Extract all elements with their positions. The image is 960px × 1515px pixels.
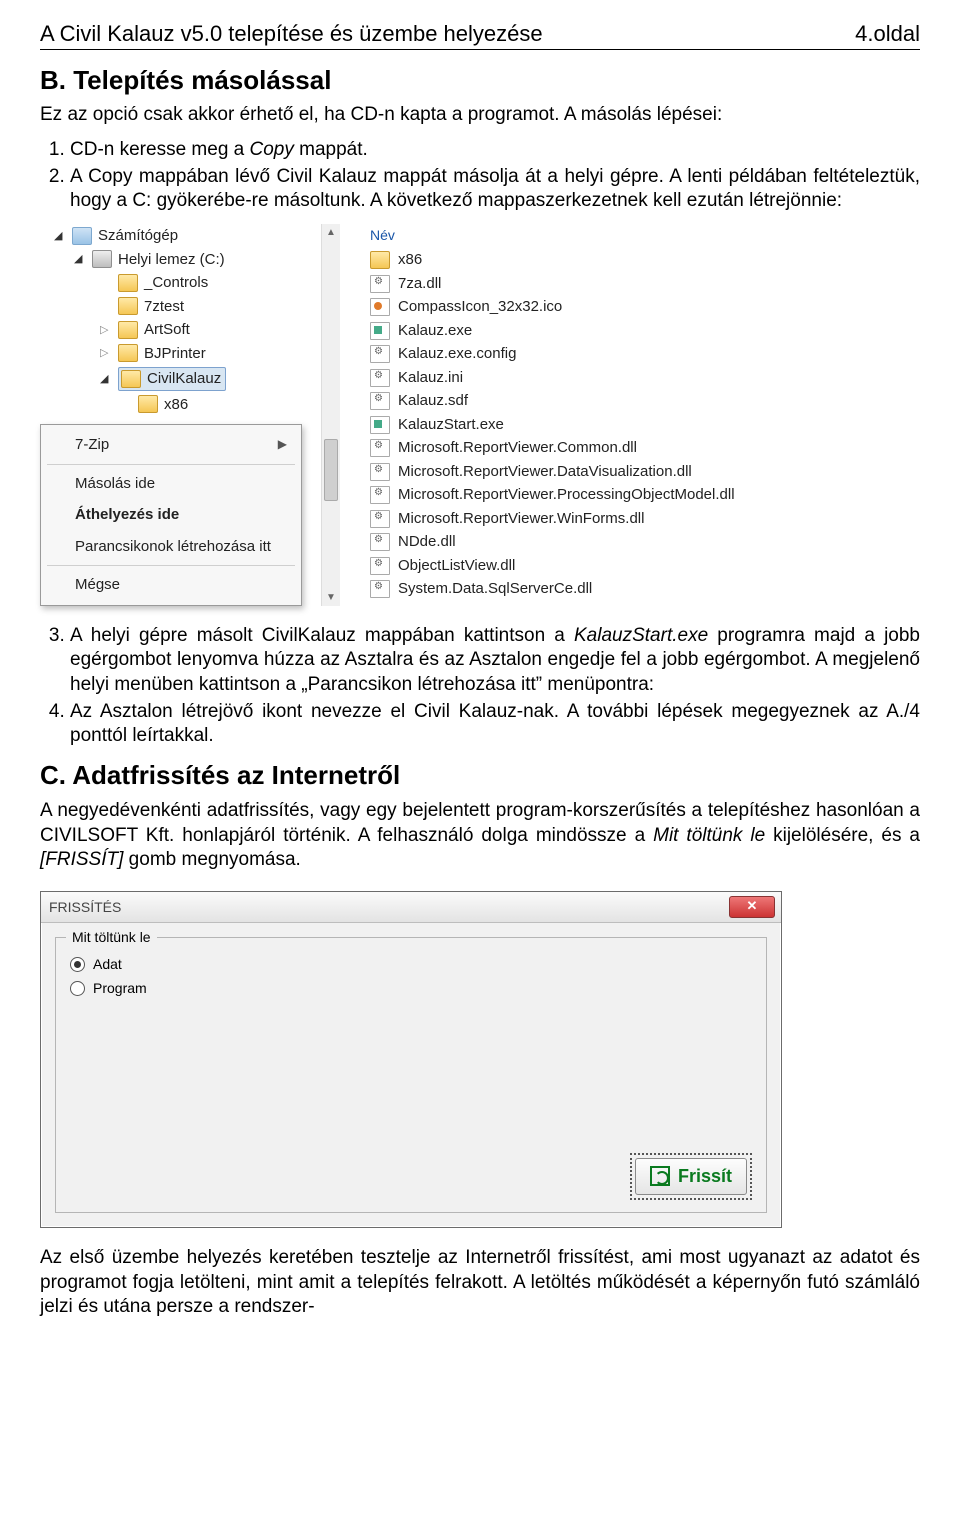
expand-icon[interactable]: ▷ [100, 323, 112, 337]
list-item[interactable]: ObjectListView.dll [370, 554, 920, 578]
tree-scrollbar[interactable]: ▲ ▼ [321, 224, 340, 606]
list-item[interactable]: CompassIcon_32x32.ico [370, 295, 920, 319]
config-icon [370, 345, 390, 363]
tree-folder-artsoft[interactable]: ▷ ArtSoft [40, 318, 340, 342]
section-b-title: B. Telepítés másolással [40, 64, 920, 98]
tree-folder-x86[interactable]: x86 [40, 393, 340, 417]
step-4: Az Asztalon létrejövő ikont nevezze el C… [70, 700, 920, 749]
folder-icon [118, 274, 138, 292]
dll-icon [370, 486, 390, 504]
header-page: 4.oldal [855, 20, 920, 49]
menu-separator [47, 565, 295, 566]
list-item[interactable]: Microsoft.ReportViewer.DataVisualization… [370, 460, 920, 484]
tree-computer[interactable]: ◢ Számítógép [40, 224, 340, 248]
list-item[interactable]: Microsoft.ReportViewer.ProcessingObjectM… [370, 483, 920, 507]
frissit-button[interactable]: Frissít [630, 1153, 752, 1200]
radio-adat[interactable]: Adat [70, 952, 752, 976]
tree-drive-c[interactable]: ◢ Helyi lemez (C:) [40, 248, 340, 272]
step-2: A Copy mappában lévő Civil Kalauz mappát… [70, 165, 920, 214]
section-b-steps: CD-n keresse meg a Copy mappát. A Copy m… [70, 138, 920, 214]
folder-icon [118, 344, 138, 362]
scroll-up-icon[interactable]: ▲ [326, 224, 336, 241]
computer-icon [72, 227, 92, 245]
exe-icon [370, 416, 390, 434]
selected-folder[interactable]: CivilKalauz [118, 367, 226, 391]
radio-icon[interactable] [70, 981, 85, 996]
file-list-pane: Név x86 7za.dll CompassIcon_32x32.ico Ka… [340, 224, 920, 606]
sdf-icon [370, 392, 390, 410]
list-item[interactable]: Microsoft.ReportViewer.WinForms.dll [370, 507, 920, 531]
dialog-title: FRISSÍTÉS [49, 898, 121, 916]
dll-icon [370, 463, 390, 481]
menu-copy-here[interactable]: Másolás ide [41, 468, 301, 500]
list-item[interactable]: KalauzStart.exe [370, 413, 920, 437]
drive-icon [92, 250, 112, 268]
tree-folder-bjprinter[interactable]: ▷ BJPrinter [40, 342, 340, 366]
explorer-screenshot: ◢ Számítógép ◢ Helyi lemez (C:) _Control… [40, 224, 920, 606]
folder-icon [121, 370, 141, 388]
list-column-name[interactable]: Név [370, 224, 920, 248]
expand-icon[interactable]: ◢ [74, 252, 86, 266]
group-label: Mit töltünk le [66, 928, 157, 946]
submenu-arrow-icon: ▶ [278, 437, 287, 453]
list-item[interactable]: Kalauz.sdf [370, 389, 920, 413]
folder-icon [118, 321, 138, 339]
section-c-para: A negyedévenkénti adatfrissítés, vagy eg… [40, 799, 920, 873]
menu-create-shortcut[interactable]: Parancsikonok létrehozása itt [41, 531, 301, 563]
menu-separator [47, 464, 295, 465]
menu-cancel[interactable]: Mégse [41, 569, 301, 601]
menu-move-here[interactable]: Áthelyezés ide [41, 499, 301, 531]
folder-icon [138, 395, 158, 413]
list-item[interactable]: Kalauz.exe.config [370, 342, 920, 366]
scroll-down-icon[interactable]: ▼ [326, 589, 336, 606]
expand-icon[interactable]: ◢ [54, 229, 66, 243]
radio-program[interactable]: Program [70, 976, 752, 1000]
radio-icon[interactable] [70, 957, 85, 972]
list-item[interactable]: Kalauz.exe [370, 319, 920, 343]
refresh-icon [650, 1166, 670, 1186]
dll-icon [370, 580, 390, 598]
dll-icon [370, 275, 390, 293]
tree-folder-civilkalauz[interactable]: ◢ CivilKalauz [40, 365, 340, 393]
folder-icon [370, 251, 390, 269]
folder-icon [118, 297, 138, 315]
tree-folder-7ztest[interactable]: 7ztest [40, 295, 340, 319]
list-item[interactable]: Microsoft.ReportViewer.Common.dll [370, 436, 920, 460]
dll-icon [370, 557, 390, 575]
close-button[interactable]: ✕ [729, 896, 775, 918]
frissites-dialog: FRISSÍTÉS ✕ Mit töltünk le Adat Program … [40, 891, 782, 1228]
step-3: A helyi gépre másolt CivilKalauz mappába… [70, 624, 920, 698]
list-item[interactable]: System.Data.SqlServerCe.dll [370, 577, 920, 601]
header-title: A Civil Kalauz v5.0 telepítése és üzembe… [40, 20, 543, 49]
tree-folder-controls[interactable]: _Controls [40, 271, 340, 295]
list-item[interactable]: 7za.dll [370, 272, 920, 296]
menu-7zip[interactable]: 7-Zip ▶ [41, 429, 301, 461]
ico-icon [370, 298, 390, 316]
expand-icon[interactable]: ▷ [100, 346, 112, 360]
dll-icon [370, 510, 390, 528]
close-icon: ✕ [747, 898, 758, 915]
dll-icon [370, 439, 390, 457]
footer-paragraph: Az első üzembe helyezés keretében teszte… [40, 1246, 920, 1320]
step-1: CD-n keresse meg a Copy mappát. [70, 138, 920, 163]
section-b-intro: Ez az opció csak akkor érhető el, ha CD-… [40, 103, 920, 128]
list-item[interactable]: x86 [370, 248, 920, 272]
expand-icon[interactable]: ◢ [100, 372, 112, 386]
section-c-title: C. Adatfrissítés az Internetről [40, 759, 920, 793]
list-item[interactable]: NDde.dll [370, 530, 920, 554]
dialog-titlebar[interactable]: FRISSÍTÉS ✕ [41, 892, 781, 923]
mit-toltunk-le-group: Mit töltünk le Adat Program Frissít [55, 937, 767, 1213]
section-b-steps-cont: A helyi gépre másolt CivilKalauz mappába… [70, 624, 920, 749]
list-item[interactable]: Kalauz.ini [370, 366, 920, 390]
page-header: A Civil Kalauz v5.0 telepítése és üzembe… [40, 20, 920, 50]
context-menu: 7-Zip ▶ Másolás ide Áthelyezés ide Paran… [40, 424, 302, 606]
ini-icon [370, 369, 390, 387]
scroll-thumb[interactable] [324, 439, 338, 501]
exe-icon [370, 322, 390, 340]
dll-icon [370, 533, 390, 551]
folder-tree-pane: ◢ Számítógép ◢ Helyi lemez (C:) _Control… [40, 224, 340, 606]
